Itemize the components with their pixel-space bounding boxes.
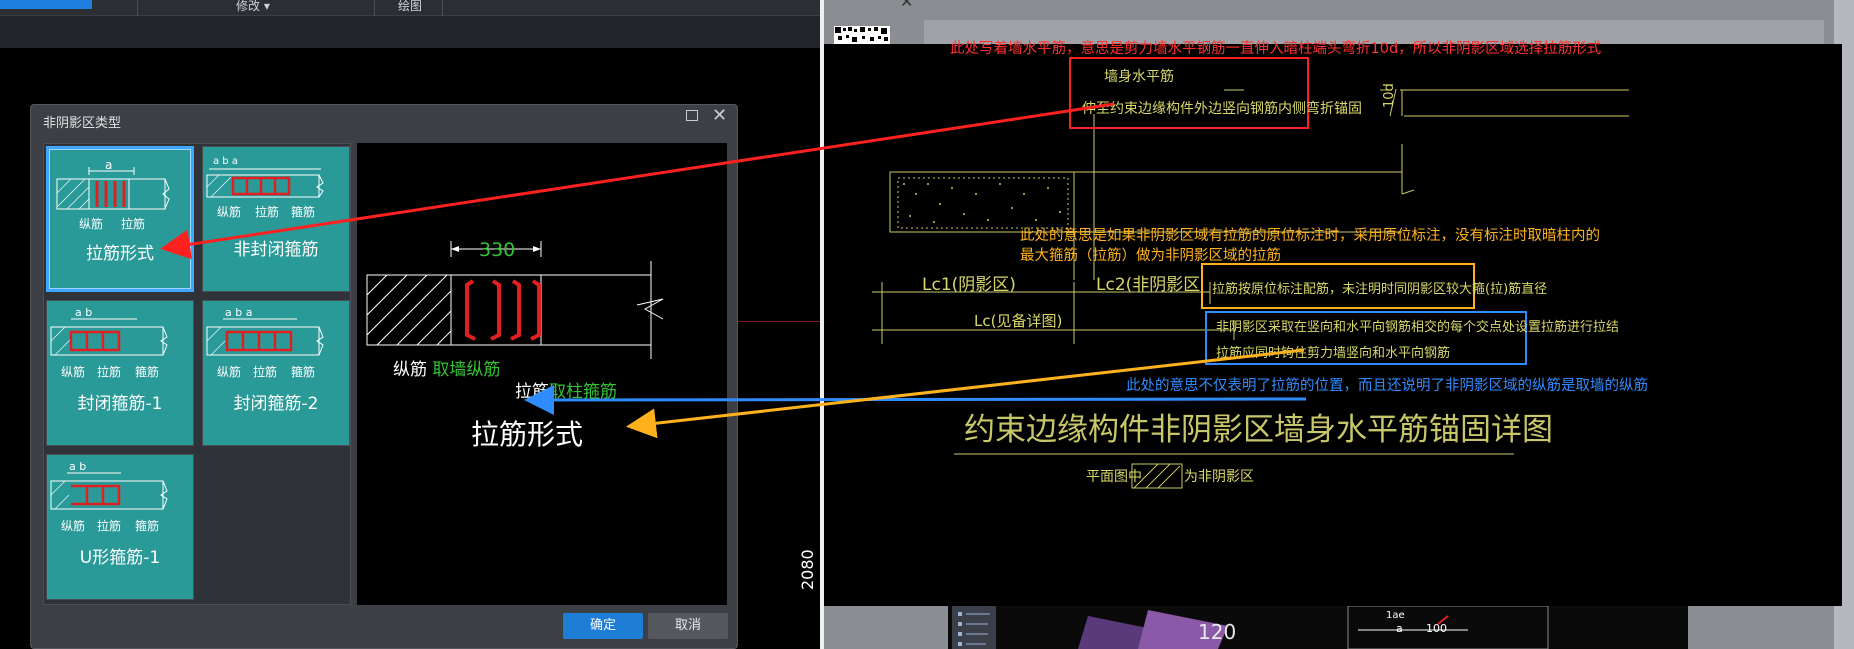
lc1-label: Lc1(阴影区) <box>922 275 1016 295</box>
tile-label: U形箍筋-1 <box>79 548 161 568</box>
type-thumbnail-panel: a 纵筋 拉筋 拉筋形式 a b a 纵筋 拉筋 箍筋 非封闭箍筋 a b 纵筋… <box>43 143 351 605</box>
menu-draw[interactable]: 绘图 <box>398 0 422 14</box>
tie-note: 拉筋 <box>121 217 146 231</box>
tile-label: 非封闭箍筋 <box>233 240 319 260</box>
tile-closed-stirrup-1[interactable]: a b 纵筋 拉筋 箍筋 封闭箍筋-1 <box>46 300 194 446</box>
long-bar-label: 纵筋 <box>393 360 427 380</box>
stirrup-note: 箍筋 <box>291 205 316 219</box>
tile-u-stirrup-1[interactable]: a b 纵筋 拉筋 箍筋 U形箍筋-1 <box>46 454 194 600</box>
menu-modify[interactable]: 修改 ▾ <box>236 0 270 14</box>
dialog-title: 非阴影区类型 <box>43 116 122 131</box>
type-preview: 330 纵筋 取墙纵筋 拉筋取柱箍筋 拉筋形式 <box>357 143 727 605</box>
bend-length-label: 10d <box>1382 83 1397 108</box>
long-bar-note: 纵筋 <box>61 365 86 379</box>
tile-open-stirrup[interactable]: a b a 纵筋 拉筋 箍筋 非封闭箍筋 <box>202 146 350 292</box>
open-stirrup-thumbnail <box>206 168 324 198</box>
dim-label: a b <box>69 460 87 473</box>
non-shadow-zone-dialog: 非阴影区类型 ✕ a 纵筋 拉筋 拉筋形式 a b a 纵筋 拉筋 箍筋 非封闭… <box>30 104 738 649</box>
maximize-icon[interactable] <box>686 110 698 121</box>
qr-code-icon <box>834 26 890 44</box>
long-bar-note: 纵筋 <box>217 365 242 379</box>
dim-label: a b a <box>225 306 253 319</box>
lower-tag: 1ae <box>1386 610 1405 621</box>
orange-annotation-line-2: 最大箍筋（拉筋）做为非阴影区域的拉筋 <box>1020 248 1281 264</box>
dim-label: a <box>105 158 113 172</box>
non-shadow-note-2: 拉筋应同时钩住剪力墙竖向和水平向钢筋 <box>1216 346 1451 361</box>
detail-title: 约束边缘构件非阴影区墙身水平筋锚固详图 <box>964 412 1553 448</box>
lc2-label: Lc2(非阴影区 <box>1096 275 1201 295</box>
screenshot: 修改 ▾ 绘图 非阴影区类型 ✕ a 纵筋 拉筋 拉筋形式 a b a 纵筋 拉… <box>0 0 1854 649</box>
long-bar-note: 纵筋 <box>79 217 104 231</box>
close-icon[interactable]: ✕ <box>712 105 727 127</box>
dim-label: a b a <box>213 156 238 167</box>
cad-detail-image: 此处写着墙水平筋，意思是剪力墙水平钢筋一直伸入暗柱端头弯折10d，所以非阴影区域… <box>824 41 1842 606</box>
long-bar-source: 取墙纵筋 <box>432 360 501 380</box>
tie-note: 拉筋 <box>97 365 122 379</box>
stirrup-note: 箍筋 <box>135 519 160 533</box>
preview-tie-label: 拉筋取柱箍筋 <box>515 377 617 402</box>
long-bar-note: 纵筋 <box>217 205 242 219</box>
lower-a-label: a <box>1396 622 1403 635</box>
tile-label: 封闭箍筋-1 <box>77 394 163 414</box>
preview-caption: 拉筋形式 <box>471 418 584 451</box>
side-dimension: 2080 <box>798 549 817 590</box>
lower-image-thumbnail: 120 1ae a 100 <box>948 606 1688 649</box>
tie-label: 拉筋 <box>515 382 549 402</box>
lc-total-label: Lc(见备详图) <box>974 312 1063 330</box>
lower-image-drawing <box>952 606 1549 649</box>
wall-bar-title: 墙身水平筋 <box>1104 69 1174 85</box>
tie-bar-note: 拉筋按原位标注配筋，未注明时同阴影区较大箍(拉)筋直径 <box>1212 282 1548 297</box>
tie-note: 拉筋 <box>253 365 278 379</box>
non-shadow-note-1: 非阴影区采取在竖向和水平向钢筋相交的每个交点处设置拉筋进行拉结 <box>1216 320 1620 335</box>
hatch-dots <box>903 183 1061 223</box>
app-toolbar: 修改 ▾ 绘图 <box>0 0 820 16</box>
image-viewer: ✕ 任发时间: 2024-06-12 10:10 · 浏览6次 · [上课] [… <box>824 0 1854 649</box>
legend-suffix: 为非阴影区 <box>1184 469 1254 485</box>
toolbar-divider <box>374 0 375 16</box>
tile-label: 拉筋形式 <box>86 244 154 264</box>
ok-button[interactable]: 确定 <box>563 613 643 639</box>
app-subtoolbar <box>0 16 820 48</box>
preview-long-bar-label: 纵筋 取墙纵筋 <box>393 355 500 380</box>
stirrup-note: 箍筋 <box>135 365 160 379</box>
dim-label: a b <box>75 306 93 319</box>
wall-bar-note: 伸至约束边缘构件外边竖向钢筋内侧弯折锚固 <box>1082 101 1362 117</box>
tie-note: 拉筋 <box>255 205 280 219</box>
lower-dim-label: 100 <box>1426 622 1447 635</box>
orange-annotation-line-1: 此处的意思是如果非阴影区域有拉筋的原位标注时，采用原位标注，没有标注时取暗柱内的 <box>1020 228 1600 244</box>
cancel-button[interactable]: 取消 <box>648 613 728 639</box>
tie-note: 拉筋 <box>97 519 122 533</box>
tie-source: 取柱箍筋 <box>549 382 617 402</box>
tile-label: 封闭箍筋-2 <box>233 394 319 414</box>
preview-dimension: 330 <box>479 239 516 261</box>
tile-tie-bar[interactable]: a 纵筋 拉筋 拉筋形式 <box>46 146 194 292</box>
stirrup-note: 箍筋 <box>291 365 316 379</box>
toolbar-divider <box>137 0 138 16</box>
cad-application: 修改 ▾ 绘图 非阴影区类型 ✕ a 纵筋 拉筋 拉筋形式 a b a 纵筋 拉… <box>0 0 820 649</box>
active-ribbon-tab[interactable] <box>0 0 92 9</box>
red-annotation: 此处写着墙水平筋，意思是剪力墙水平钢筋一直伸入暗柱端头弯折10d，所以非阴影区域… <box>950 41 1602 57</box>
toolbar-divider <box>442 0 443 16</box>
tile-closed-stirrup-2[interactable]: a b a 纵筋 拉筋 箍筋 封闭箍筋-2 <box>202 300 350 446</box>
close-icon[interactable]: ✕ <box>900 0 913 11</box>
lower-dimension: 120 <box>1198 620 1237 644</box>
blue-annotation: 此处的意思不仅表明了拉筋的位置，而且还说明了非阴影区域的纵筋是取墙的纵筋 <box>1126 378 1648 394</box>
long-bar-note: 纵筋 <box>61 519 86 533</box>
legend-prefix: 平面图中 <box>1086 469 1142 485</box>
